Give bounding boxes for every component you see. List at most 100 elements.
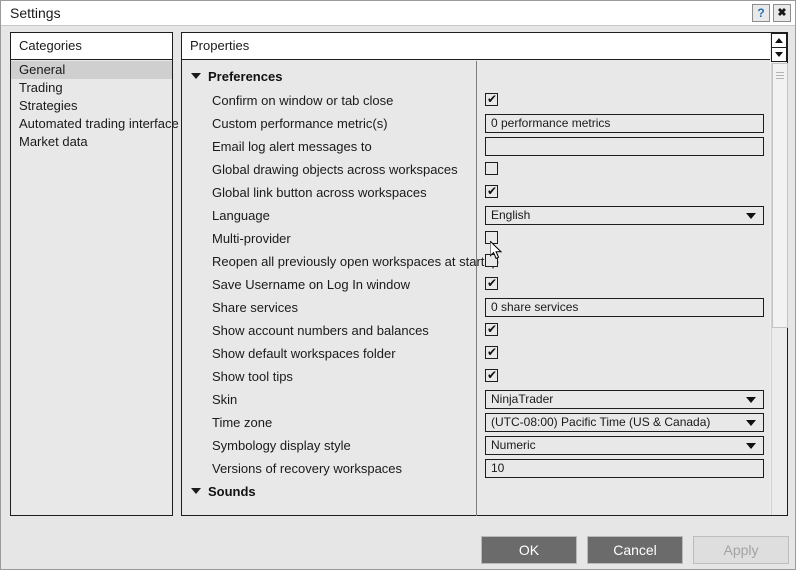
ok-button[interactable]: OK: [481, 536, 577, 564]
category-item[interactable]: Trading: [11, 79, 172, 97]
check-icon: ✔: [487, 91, 497, 107]
scrollbar-thumb[interactable]: [772, 63, 788, 328]
text-input[interactable]: 0 share services: [485, 298, 764, 317]
section-label: Preferences: [208, 68, 282, 86]
checkbox[interactable]: [485, 254, 498, 267]
check-icon: ✔: [487, 367, 497, 383]
property-value-cell: [485, 250, 766, 273]
help-button[interactable]: ?: [752, 4, 770, 22]
dropdown-value: English: [491, 207, 530, 224]
property-row: Custom performance metric(s) 0 performanc…: [182, 112, 770, 135]
scrollbar-track[interactable]: [771, 63, 787, 515]
property-label: Global link button across workspaces: [212, 184, 427, 201]
title-bar: Settings ? ✖: [1, 1, 795, 26]
check-icon: ✔: [487, 183, 497, 199]
close-icon: ✖: [777, 7, 786, 19]
property-value-cell: ✔: [485, 342, 766, 365]
category-item[interactable]: Market data: [11, 133, 172, 151]
apply-button-label: Apply: [723, 542, 758, 558]
property-value-cell: ✔: [485, 273, 766, 296]
apply-button: Apply: [693, 536, 789, 564]
checkbox[interactable]: ✔: [485, 277, 498, 290]
dropdown[interactable]: Numeric: [485, 436, 764, 455]
cancel-button[interactable]: Cancel: [587, 536, 683, 564]
chevron-up-icon: [775, 38, 783, 43]
property-row: Confirm on window or tab close✔: [182, 89, 770, 112]
properties-grid: Preferences Confirm on window or tab clos…: [182, 61, 770, 516]
property-value-cell: 10: [485, 457, 766, 480]
dropdown[interactable]: English: [485, 206, 764, 225]
chevron-down-icon: [746, 420, 756, 426]
property-label: Skin: [212, 391, 237, 408]
checkbox[interactable]: [485, 162, 498, 175]
property-value-cell: ✔: [485, 319, 766, 342]
text-input[interactable]: [485, 137, 764, 156]
check-icon: ✔: [487, 321, 497, 337]
category-item-label: Automated trading interface: [19, 116, 179, 131]
category-item[interactable]: Strategies: [11, 97, 172, 115]
text-input[interactable]: 10: [485, 459, 764, 478]
checkbox[interactable]: ✔: [485, 323, 498, 336]
section-header-preferences[interactable]: Preferences: [182, 65, 770, 89]
close-button[interactable]: ✖: [773, 4, 791, 22]
property-row: Symbology display style Numeric: [182, 434, 770, 457]
checkbox[interactable]: ✔: [485, 346, 498, 359]
caret-down-icon[interactable]: [191, 488, 201, 494]
property-value-cell: English: [485, 204, 766, 227]
question-mark-icon: ?: [757, 7, 764, 19]
property-value-cell: Numeric: [485, 434, 766, 457]
text-input-value: 10: [491, 460, 504, 477]
property-row: Show account numbers and balances✔: [182, 319, 770, 342]
dropdown-value: Numeric: [491, 437, 536, 454]
checkbox[interactable]: ✔: [485, 369, 498, 382]
property-label: Custom performance metric(s): [212, 115, 388, 132]
property-label: Reopen all previously open workspaces at…: [212, 253, 499, 270]
property-value-cell: ✔: [485, 89, 766, 112]
property-value-cell: ✔: [485, 181, 766, 204]
properties-scrollbar[interactable]: [770, 33, 787, 515]
checkbox[interactable]: ✔: [485, 185, 498, 198]
property-label: Email log alert messages to: [212, 138, 372, 155]
property-value-cell: ✔: [485, 365, 766, 388]
properties-header: Properties: [182, 33, 787, 60]
properties-panel: Properties Preferences Confirm on window …: [181, 32, 788, 516]
scroll-down-button[interactable]: [771, 47, 787, 62]
property-label: Save Username on Log In window: [212, 276, 410, 293]
scroll-up-button[interactable]: [771, 33, 787, 48]
category-item-label: Strategies: [19, 98, 78, 113]
property-label: Share services: [212, 299, 298, 316]
properties-header-label: Properties: [190, 37, 249, 55]
dropdown[interactable]: NinjaTrader: [485, 390, 764, 409]
property-row: Show default workspaces folder ✔: [182, 342, 770, 365]
property-value-cell: 0 share services: [485, 296, 766, 319]
checkbox[interactable]: ✔: [485, 93, 498, 106]
category-item-label: General: [19, 62, 65, 77]
check-icon: ✔: [487, 344, 497, 360]
property-value-cell: (UTC-08:00) Pacific Time (US & Canada): [485, 411, 766, 434]
property-label: Symbology display style: [212, 437, 351, 454]
caret-down-icon[interactable]: [191, 73, 201, 79]
property-row: Share services 0 share services: [182, 296, 770, 319]
category-item[interactable]: Automated trading interface: [11, 115, 172, 133]
property-label: Show default workspaces folder: [212, 345, 396, 362]
property-label: Multi-provider: [212, 230, 291, 247]
property-value-cell: [485, 227, 766, 250]
section-header-sounds[interactable]: Sounds: [182, 480, 770, 504]
text-input-value: 0 share services: [491, 299, 578, 316]
property-row: Global drawing objects across workspaces: [182, 158, 770, 181]
dropdown[interactable]: (UTC-08:00) Pacific Time (US & Canada): [485, 413, 764, 432]
property-row: LanguageEnglish: [182, 204, 770, 227]
checkbox[interactable]: [485, 231, 498, 244]
property-row: Save Username on Log In window ✔: [182, 273, 770, 296]
property-row: Reopen all previously open workspaces at…: [182, 250, 770, 273]
category-item[interactable]: General: [11, 61, 172, 79]
category-item-label: Trading: [19, 80, 63, 95]
text-input[interactable]: 0 performance metrics: [485, 114, 764, 133]
property-row: Time zone(UTC-08:00) Pacific Time (US & …: [182, 411, 770, 434]
cancel-button-label: Cancel: [613, 542, 657, 558]
dropdown-value: NinjaTrader: [491, 391, 553, 408]
settings-dialog: Settings ? ✖ Categories General Trading St…: [0, 0, 796, 570]
property-value-cell: 0 performance metrics: [485, 112, 766, 135]
categories-header-label: Categories: [19, 37, 82, 55]
categories-header: Categories: [11, 33, 172, 60]
